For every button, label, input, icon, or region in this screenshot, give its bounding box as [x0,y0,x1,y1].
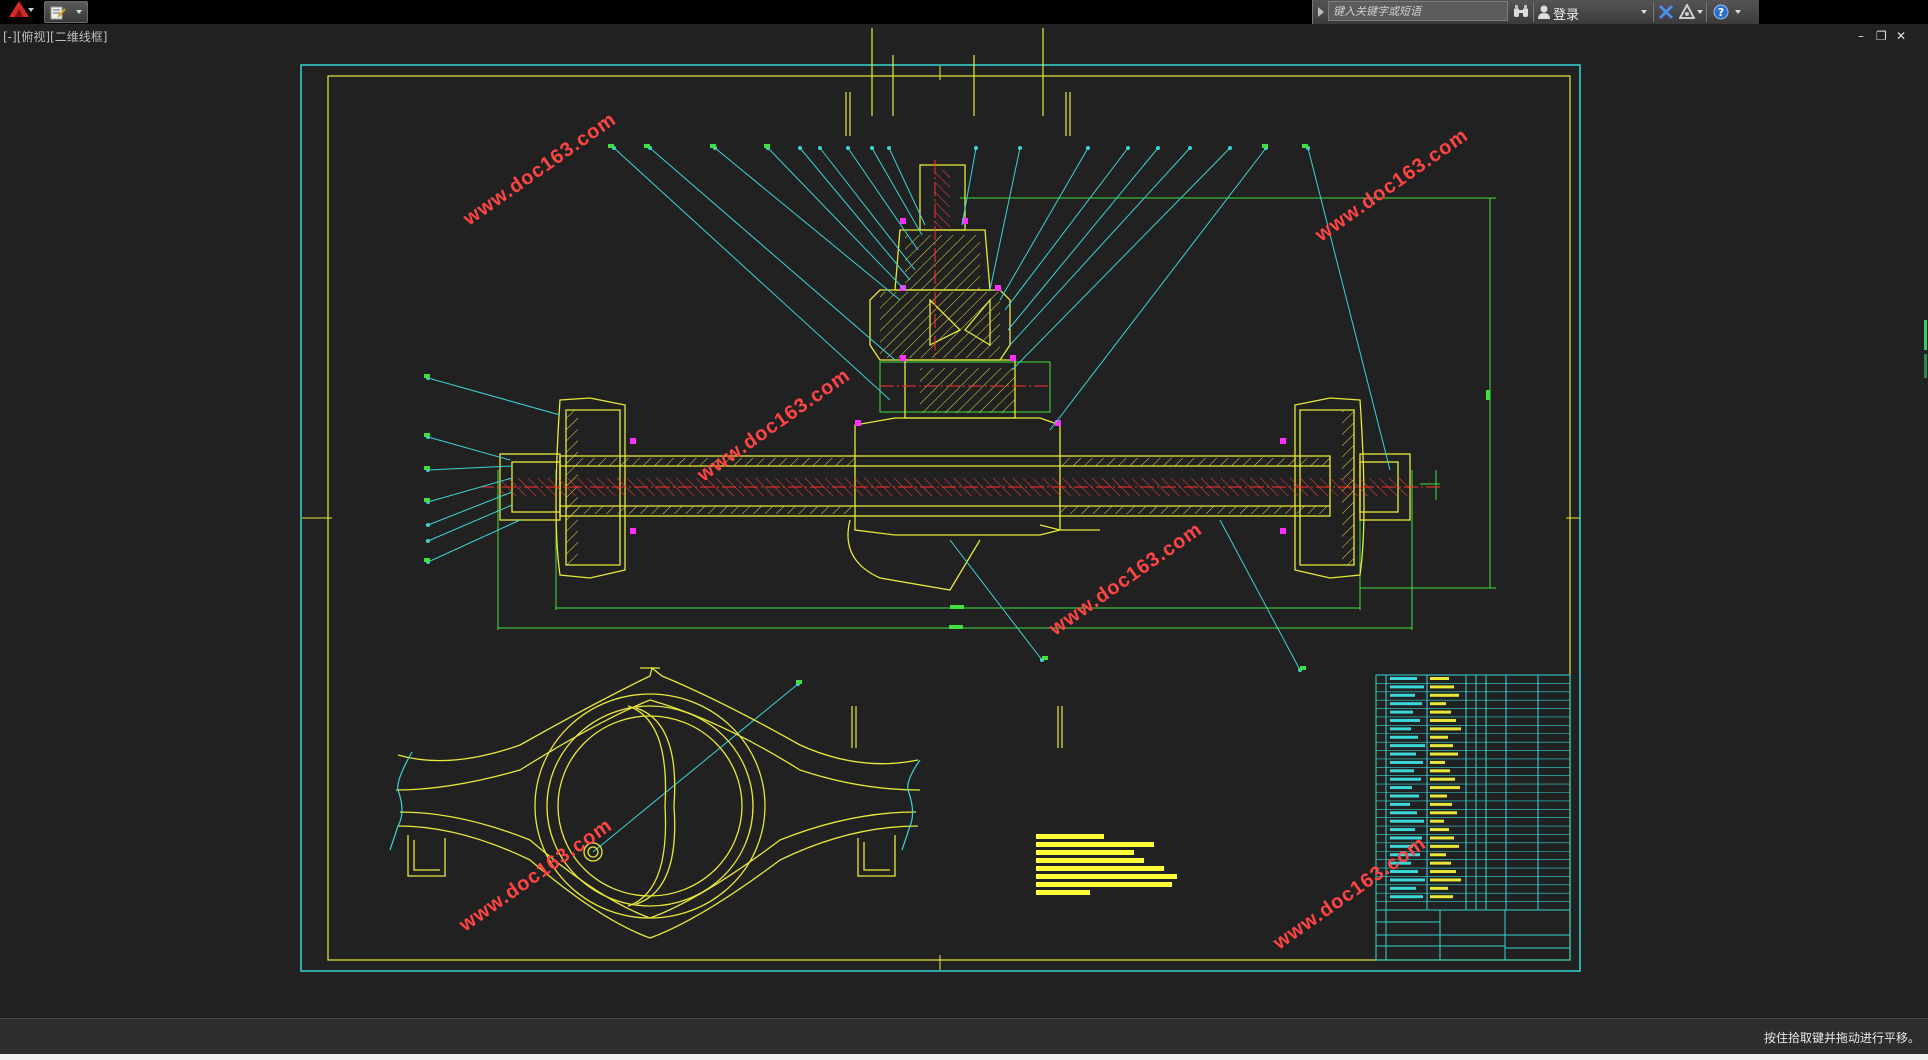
table-cell-text [1390,677,1417,680]
chevron-down-icon[interactable] [1735,10,1741,14]
chevron-down-icon [28,8,34,12]
table-cell-text [1390,794,1419,798]
table-cell-text [1430,802,1452,806]
help-icon[interactable]: ? [1713,3,1729,20]
table-cell-text [1430,727,1461,731]
table-cell-text [1390,744,1425,748]
table-cell-text [1430,718,1456,722]
login-button[interactable]: 登录 [1553,4,1579,23]
table-cell-text [1390,727,1411,731]
table-cell-text [1430,828,1449,832]
table-cell-text [1390,811,1417,815]
table-cell-text [1390,702,1422,706]
table-cell-text [1390,878,1425,882]
table-cell-text [1430,853,1446,857]
table-cell-text [1430,811,1457,815]
search-input[interactable] [1328,1,1508,21]
table-cell-text [1430,836,1454,840]
drawing-canvas[interactable] [0,24,1928,1018]
table-cell-text [1430,735,1448,739]
bottom-edge [0,1054,1928,1060]
table-cell-text [1430,895,1453,899]
table-cell-text [1430,760,1445,764]
table-cell-text [1430,786,1460,790]
application-top-bar: 登录 ? [0,0,1928,24]
quick-access-button[interactable] [44,1,88,23]
table-cell-text [1430,710,1451,714]
expand-arrow-icon[interactable] [1318,7,1324,17]
table-cell-text [1390,710,1413,714]
table-cell-text [1390,718,1420,722]
table-cell-text [1430,819,1444,823]
table-cell-text [1430,878,1461,882]
info-center-toolbar: 登录 ? [1312,0,1759,24]
table-cell-text [1390,752,1416,756]
table-cell-text [1390,693,1415,697]
table-cell-text [1390,802,1410,806]
table-cell-text [1430,861,1451,865]
status-bar: 按住拾取键并拖动进行平移。 [0,1018,1928,1055]
edit-document-icon [50,5,66,24]
table-cell-text [1430,769,1450,773]
table-cell-text [1430,844,1459,848]
chevron-down-icon [76,10,82,14]
table-cell-text [1390,769,1414,773]
chevron-down-icon[interactable] [1697,10,1703,14]
vertical-scroll-grip[interactable] [1922,320,1928,380]
chevron-down-icon[interactable] [1641,10,1647,14]
status-message: 按住拾取键并拖动进行平移。 [1763,1031,1920,1045]
exchange-x-icon[interactable] [1658,3,1674,20]
user-icon[interactable] [1537,3,1551,20]
table-cell-text [1430,777,1455,781]
table-cell-text [1390,760,1423,764]
table-cell-text [1390,685,1424,689]
table-cell-text [1430,886,1448,890]
table-cell-text [1430,794,1447,798]
table-cell-text [1430,870,1456,874]
table-cell-text [1430,744,1453,748]
a360-icon[interactable] [1679,3,1695,20]
svg-text:?: ? [1718,6,1724,19]
autocad-logo-icon [9,1,29,21]
table-cell-text [1390,786,1412,790]
binoculars-icon[interactable] [1513,3,1529,20]
table-cell-text [1430,752,1458,756]
application-menu-button[interactable] [0,0,38,22]
table-cell-text [1430,677,1449,680]
table-cell-text [1390,886,1416,890]
table-cell-text [1430,693,1459,697]
table-cell-text [1390,828,1415,832]
table-cell-text [1390,895,1423,899]
table-cell-text [1390,777,1421,781]
table-cell-text [1430,702,1446,706]
table-cell-text [1390,819,1424,823]
table-cell-text [1430,685,1454,689]
table-cell-text [1390,735,1418,739]
